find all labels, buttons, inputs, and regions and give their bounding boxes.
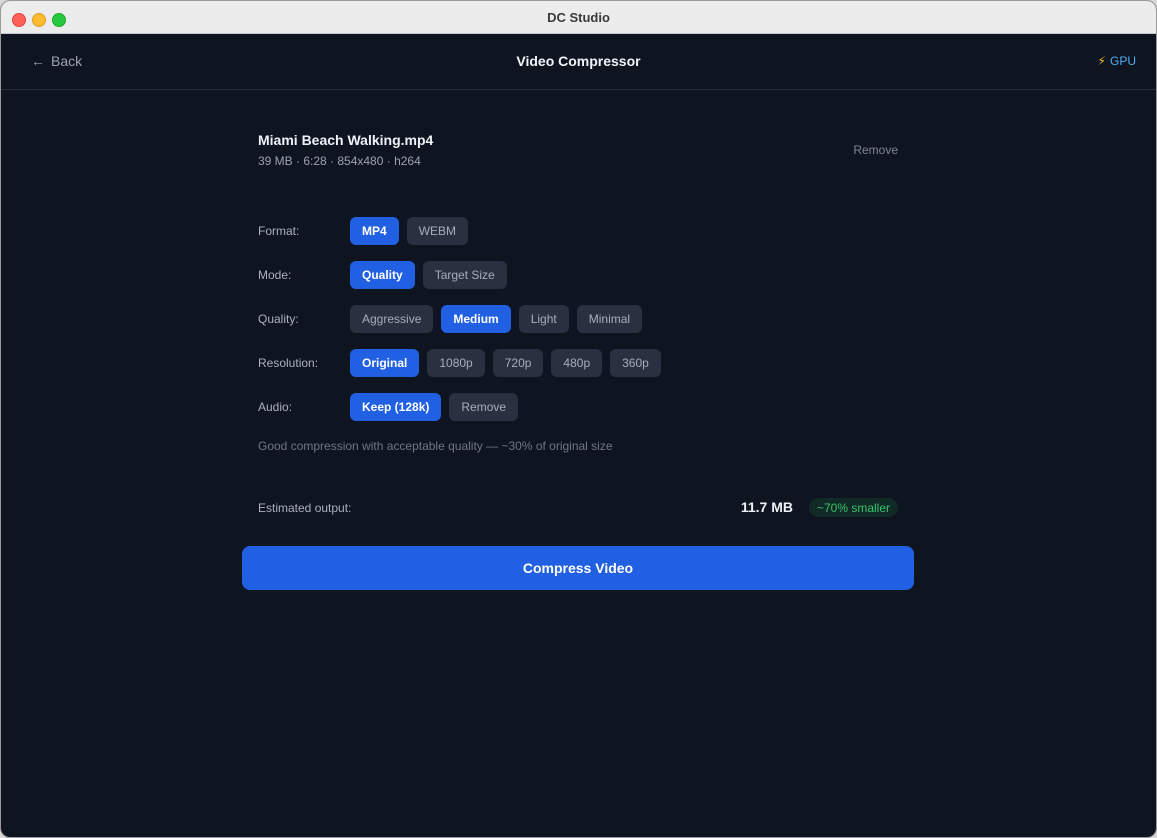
resolution-option-1080p[interactable]: 1080p xyxy=(427,349,485,377)
format-option-webm[interactable]: WEBM xyxy=(406,217,469,245)
audio-label: Audio: xyxy=(258,400,293,414)
quality-label: Quality: xyxy=(258,312,299,326)
lightning-icon: ⚡ xyxy=(1097,54,1106,68)
quality-option-minimal[interactable]: Minimal xyxy=(576,305,643,333)
title-bar: DC Studio xyxy=(1,1,1156,34)
audio-row: Audio: Keep (128k) Remove xyxy=(258,393,519,421)
audio-options: Keep (128k) Remove xyxy=(350,393,519,421)
quality-option-light[interactable]: Light xyxy=(518,305,569,333)
format-option-mp4[interactable]: MP4 xyxy=(350,217,399,245)
audio-option-remove[interactable]: Remove xyxy=(449,393,519,421)
remove-file-button[interactable]: Remove xyxy=(853,143,898,157)
app-header: ← Back Video Compressor ⚡ GPU xyxy=(1,34,1156,90)
quality-row: Quality: Aggressive Medium Light Minimal xyxy=(258,305,643,333)
resolution-options: Original 1080p 720p 480p 360p xyxy=(350,349,661,377)
format-row: Format: MP4 WEBM xyxy=(258,217,469,245)
compress-video-button[interactable]: Compress Video xyxy=(242,546,914,590)
audio-option-keep-128k[interactable]: Keep (128k) xyxy=(350,393,442,421)
gpu-label: GPU xyxy=(1109,54,1136,68)
estimated-size: 11.7 MB xyxy=(740,499,793,515)
quality-option-medium[interactable]: Medium xyxy=(441,305,511,333)
format-options: MP4 WEBM xyxy=(350,217,469,245)
quality-options: Aggressive Medium Light Minimal xyxy=(350,305,643,333)
mode-option-quality[interactable]: Quality xyxy=(350,261,415,289)
mode-options: Quality Target Size xyxy=(350,261,507,289)
resolution-option-720p[interactable]: 720p xyxy=(492,349,544,377)
estimated-output: Estimated output: 11.7 MB ~70% smaller xyxy=(258,495,898,519)
file-name: Miami Beach Walking.mp4 xyxy=(258,132,434,148)
page-title: Video Compressor xyxy=(516,53,641,69)
mode-label: Mode: xyxy=(258,268,292,282)
resolution-option-480p[interactable]: 480p xyxy=(551,349,603,377)
app-window: DC Studio ← Back Video Compressor ⚡ GPU Mi… xyxy=(0,0,1157,838)
resolution-option-original[interactable]: Original xyxy=(350,349,420,377)
mode-row: Mode: Quality Target Size xyxy=(258,261,507,289)
window-title: DC Studio xyxy=(547,10,610,25)
quality-option-aggressive[interactable]: Aggressive xyxy=(350,305,434,333)
format-label: Format: xyxy=(258,224,300,238)
savings-badge: ~70% smaller xyxy=(808,498,898,517)
gpu-indicator: ⚡ GPU xyxy=(1098,54,1136,68)
resolution-option-360p[interactable]: 360p xyxy=(610,349,661,377)
resolution-row: Resolution: Original 1080p 720p 480p 360p xyxy=(258,349,661,377)
quality-hint: Good compression with acceptable quality… xyxy=(258,439,613,453)
mode-option-target-size[interactable]: Target Size xyxy=(422,261,507,289)
estimated-output-label: Estimated output: xyxy=(258,501,352,515)
file-meta: 39 MB · 6:28 · 854x480 · h264 xyxy=(258,154,421,168)
resolution-label: Resolution: xyxy=(258,356,319,370)
